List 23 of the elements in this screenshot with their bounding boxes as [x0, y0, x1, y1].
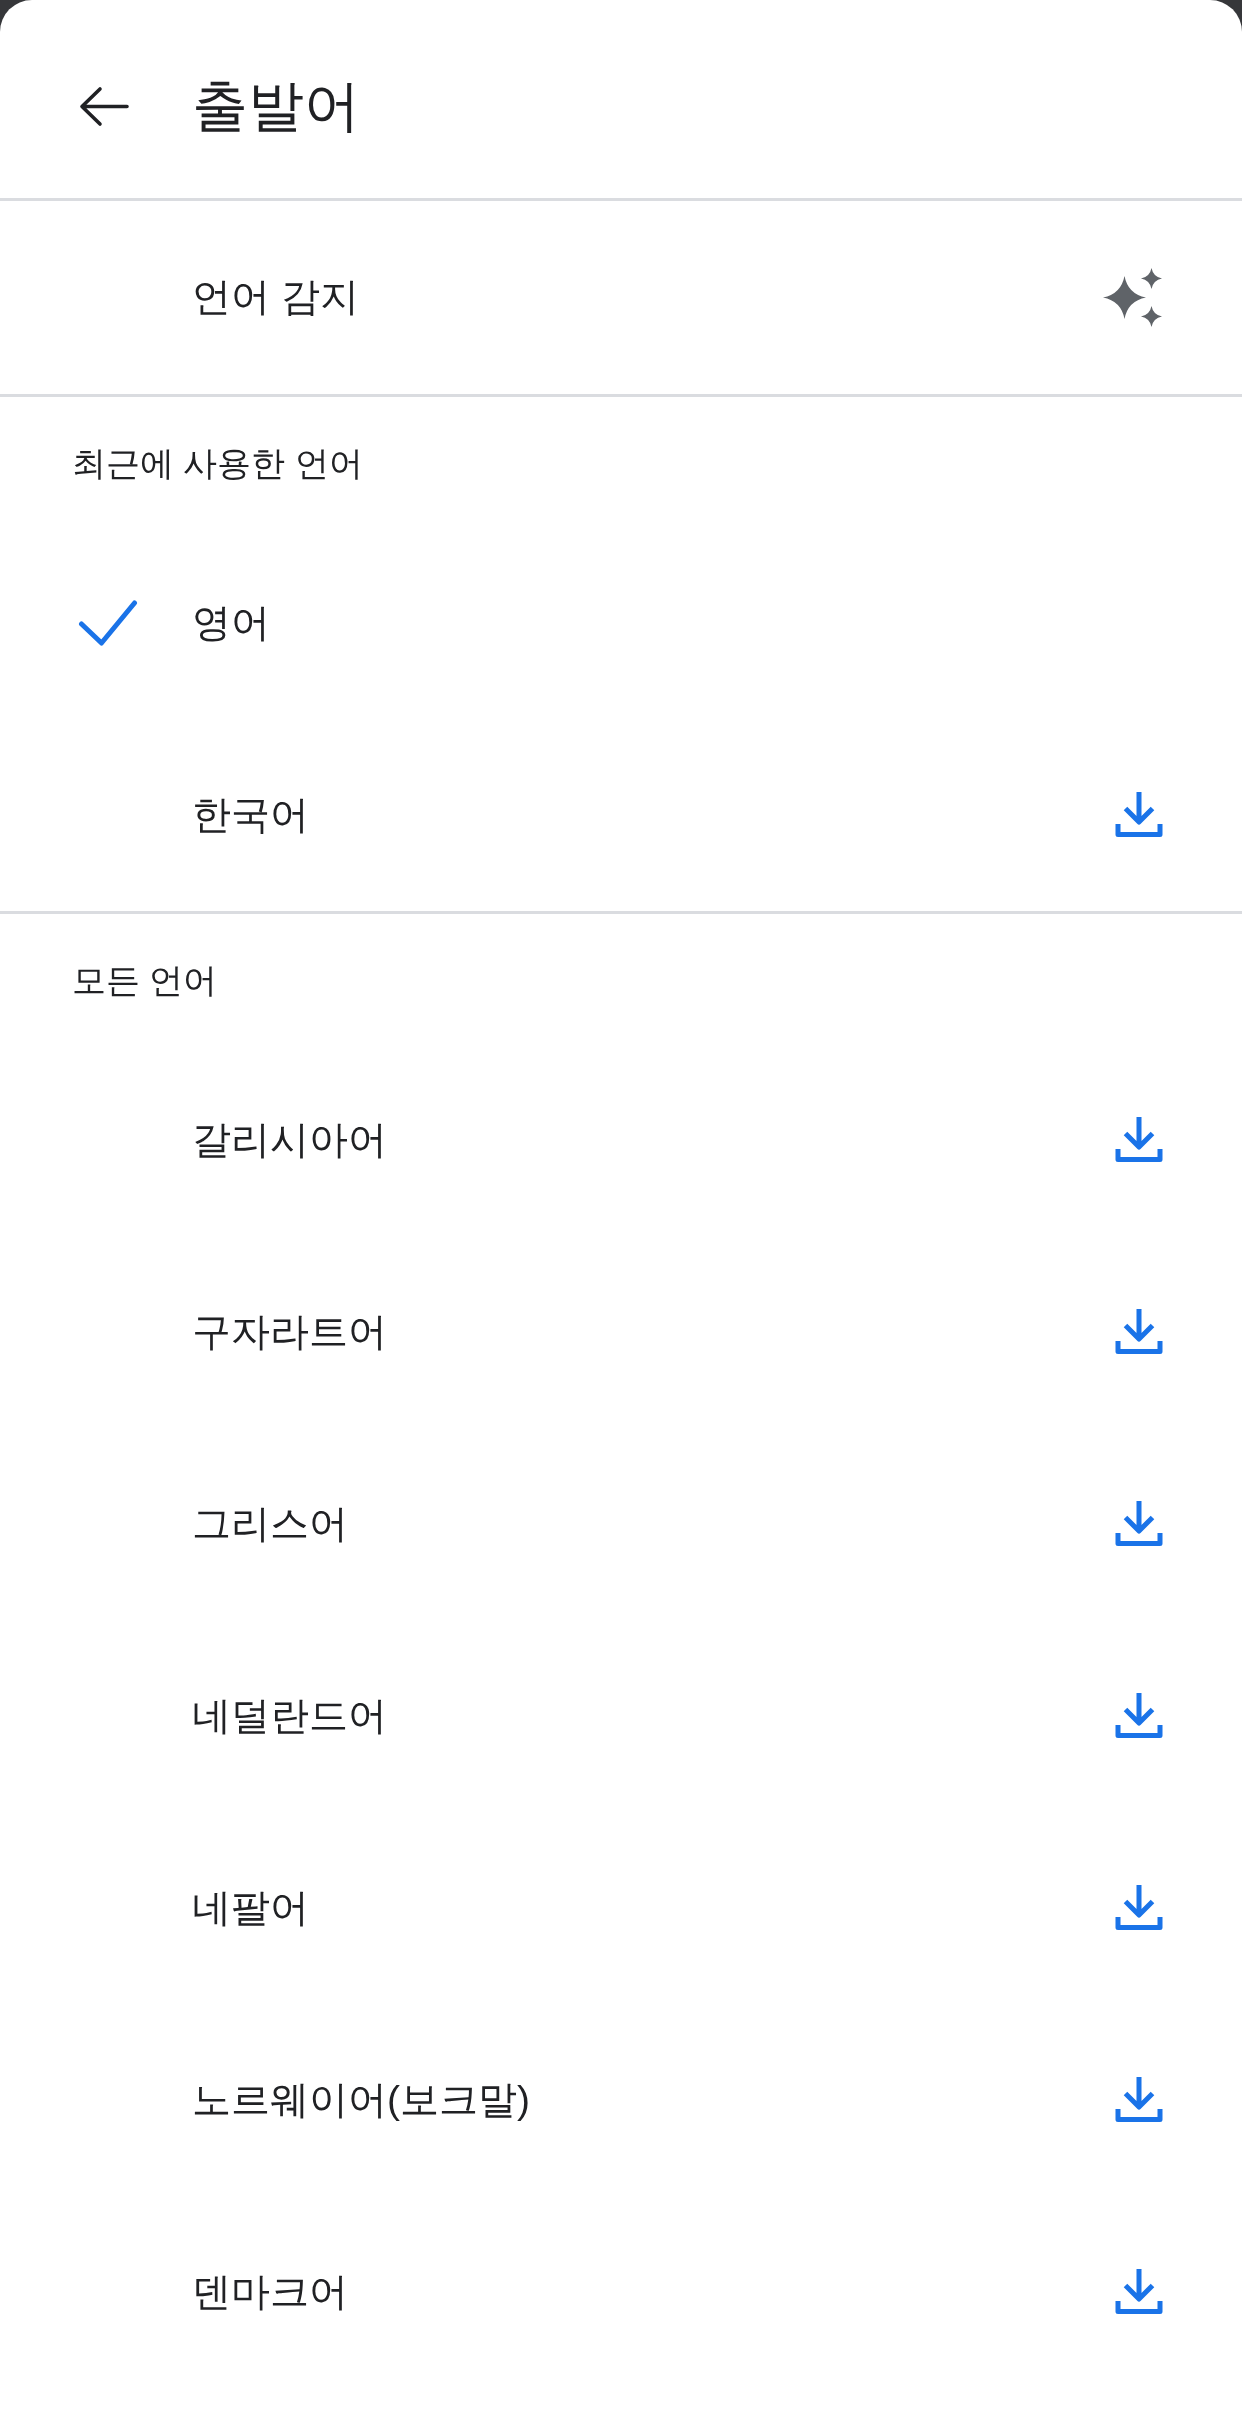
language-option[interactable]: 덴마크어: [192, 2267, 348, 2317]
section-heading: 모든 언어: [72, 962, 218, 999]
language-option[interactable]: 구자라트어: [192, 1307, 387, 1357]
section-heading: 최근에 사용한 언어: [72, 445, 363, 482]
language-option[interactable]: 영어: [192, 598, 270, 648]
download-icon[interactable]: [1115, 1884, 1163, 1932]
download-icon[interactable]: [1115, 1116, 1163, 1164]
download-icon[interactable]: [1115, 791, 1163, 839]
back-arrow-icon[interactable]: [78, 85, 130, 127]
download-icon[interactable]: [1115, 1692, 1163, 1740]
download-icon[interactable]: [1115, 2268, 1163, 2316]
download-icon[interactable]: [1115, 1308, 1163, 1356]
language-option[interactable]: 노르웨이어(보크말): [192, 2075, 530, 2125]
sparkle-icon: [1102, 268, 1163, 327]
download-icon[interactable]: [1115, 1500, 1163, 1548]
language-option[interactable]: 갈리시아어: [192, 1115, 387, 1165]
download-icon[interactable]: [1115, 2076, 1163, 2124]
language-option[interactable]: 언어 감지: [192, 273, 359, 322]
language-option[interactable]: 네팔어: [192, 1883, 309, 1933]
language-option[interactable]: 한국어: [192, 790, 309, 840]
page-title: 출발어: [192, 73, 360, 140]
language-option[interactable]: 네덜란드어: [192, 1691, 387, 1741]
language-option[interactable]: 그리스어: [192, 1499, 348, 1549]
